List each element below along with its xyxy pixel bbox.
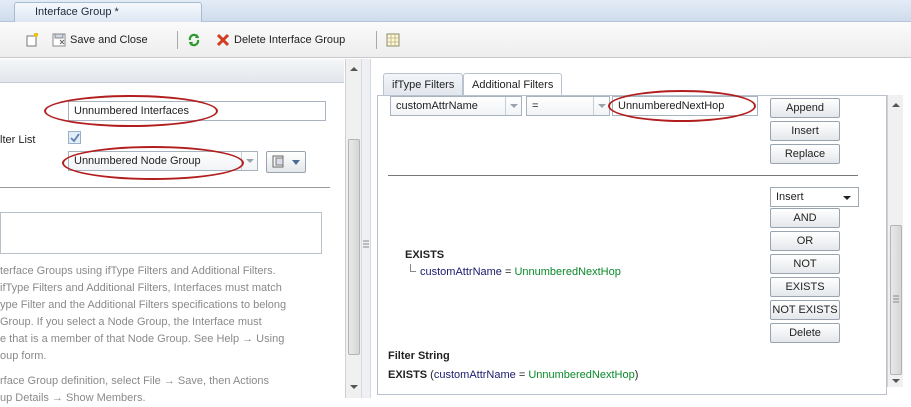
toolbar-divider (177, 31, 178, 49)
filter-list-label: lter List (0, 134, 36, 146)
filter-list-checkbox[interactable] (68, 131, 81, 144)
help-line (0, 365, 330, 373)
panel-splitter[interactable] (361, 59, 371, 398)
filter-string-value: EXISTS (customAttrName = UnnumberedNextH… (388, 369, 638, 381)
chevron-down-icon (505, 97, 521, 115)
tree-child-attr: customAttrName (420, 266, 502, 278)
delete-interface-group-button[interactable]: Delete Interface Group (216, 31, 345, 49)
exists-button[interactable]: EXISTS (770, 277, 840, 297)
save-and-close-label: Save and Close (70, 34, 148, 46)
not-exists-button[interactable]: NOT EXISTS (770, 300, 840, 320)
tree-child-eq: = (501, 266, 515, 278)
highlight-oval (608, 90, 756, 122)
or-button[interactable]: OR (770, 231, 840, 251)
refresh-icon (187, 33, 201, 47)
replace-button[interactable]: Replace (770, 144, 840, 164)
filter-divider (388, 175, 858, 176)
delete-button[interactable]: Delete (770, 323, 840, 343)
help-line: rface Group definition, select File → Sa… (0, 375, 270, 387)
checkmark-icon (70, 133, 80, 143)
scroll-thumb[interactable] (890, 225, 902, 375)
filter-string-eq: = (515, 369, 529, 381)
help-line: up Details → Show Members. (0, 392, 146, 404)
help-line: e that is a member of that Node Group. S… (0, 333, 285, 345)
window-tab[interactable]: Interface Group * (14, 2, 202, 22)
tab-additional-filters[interactable]: Additional Filters (463, 73, 563, 96)
attribute-select[interactable]: customAttrName (390, 96, 522, 116)
save-close-icon (52, 33, 66, 47)
help-line: Group. If you select a Node Group, the I… (0, 316, 262, 328)
node-group-action-button[interactable] (266, 151, 306, 173)
attribute-value: customAttrName (396, 100, 478, 112)
description-textarea[interactable] (0, 212, 322, 254)
help-text: terface Groups using ifType Filters and … (0, 263, 330, 407)
toolbar: Save and Close Delete Interface Group (0, 22, 911, 58)
help-line: ifType Filters and Additional Filters, I… (0, 282, 282, 294)
tree-connector (410, 264, 416, 272)
filter-string-val: UnnumberedNextHop (528, 369, 635, 381)
spreadsheet-icon (386, 33, 400, 47)
scroll-thumb[interactable] (348, 139, 360, 355)
lookup-icon (272, 155, 300, 168)
title-bar: Interface Group * (0, 0, 911, 22)
tree-root[interactable]: EXISTS (405, 249, 444, 261)
insert-mode-value: Insert (776, 191, 804, 203)
filter-string-label: Filter String (388, 350, 450, 362)
toolbar-divider (376, 31, 377, 49)
insert-mode-select[interactable]: Insert (770, 187, 859, 207)
operator-select[interactable]: = (526, 96, 610, 116)
scroll-down-icon (350, 385, 358, 389)
filter-string-open: ( (427, 369, 434, 381)
grip-icon (363, 240, 369, 248)
operator-value: = (532, 100, 539, 112)
delete-interface-group-label: Delete Interface Group (234, 34, 346, 46)
delete-x-icon (216, 33, 230, 47)
grip-icon (893, 295, 899, 303)
new-document-icon (25, 32, 39, 47)
right-scrollbar[interactable] (887, 95, 903, 387)
tab-additional-label: Additional Filters (472, 79, 554, 91)
filter-string-kw: EXISTS (388, 369, 428, 381)
scroll-up-icon (892, 103, 900, 107)
scroll-up-icon (350, 67, 358, 71)
chevron-down-icon (593, 97, 609, 115)
tab-iftype-label: ifType Filters (392, 79, 455, 91)
section-divider (0, 187, 330, 188)
filter-string-attr: customAttrName (433, 369, 516, 381)
new-button[interactable] (25, 31, 39, 49)
append-button[interactable]: Append (770, 98, 840, 118)
not-button[interactable]: NOT (770, 254, 840, 274)
scroll-down-icon (892, 379, 900, 383)
tab-iftype-filters[interactable]: ifType Filters (383, 73, 464, 95)
save-and-close-button[interactable]: Save and Close (52, 31, 148, 49)
tree-child[interactable]: customAttrName = UnnumberedNextHop (420, 266, 621, 278)
refresh-button[interactable] (187, 31, 201, 49)
help-line: oup form. (0, 350, 47, 362)
window-title: Interface Group * (35, 6, 119, 18)
help-line: terface Groups using ifType Filters and … (0, 265, 276, 277)
help-line: ype Filter and the Additional Filters sp… (0, 299, 287, 311)
highlight-oval (44, 95, 218, 127)
left-scrollbar[interactable] (345, 59, 361, 398)
highlight-oval (62, 146, 244, 180)
filter-string-close: ) (634, 369, 639, 381)
chevron-down-icon (843, 196, 851, 200)
left-panel-header (0, 59, 344, 83)
and-button[interactable]: AND (770, 208, 840, 228)
export-button[interactable] (386, 31, 400, 49)
insert-button[interactable]: Insert (770, 121, 840, 141)
tree-child-value: UnnumberedNextHop (514, 266, 621, 278)
